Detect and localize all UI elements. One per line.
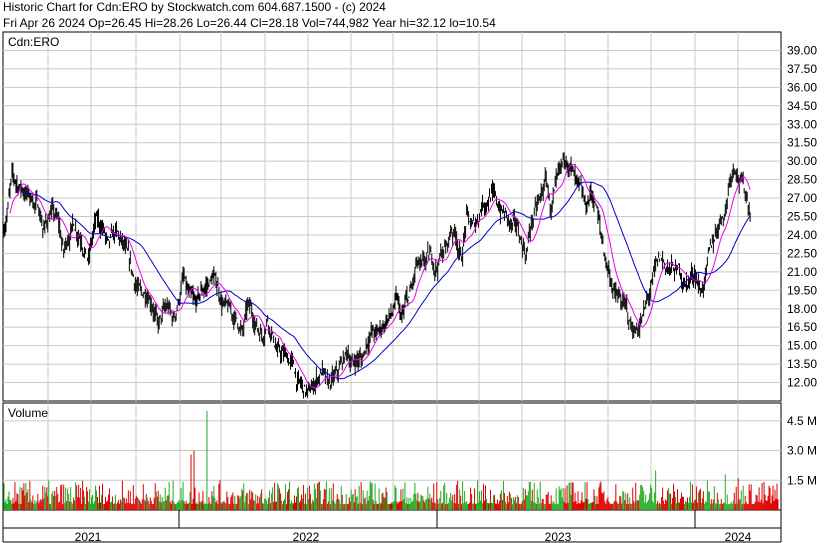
price-axis-label: 27.00 [787,191,817,205]
price-axis-label: 16.50 [787,320,817,334]
price-axis-label: 15.00 [787,339,817,353]
year-label: 2023 [545,530,572,543]
year-label: 2021 [75,530,102,543]
volume-panel-frame [2,402,782,511]
price-bars [3,152,751,399]
volume-axis-label: 4.5 M [787,414,817,428]
price-axis-label: 36.00 [787,80,817,94]
price-axis-label: 39.00 [787,43,817,57]
stock-chart: 39.00 37.50 36.00 34.50 33.00 31.50 30.00 28.50… [2,31,817,543]
price-axis-label: 13.50 [787,357,817,371]
price-axis-label: 21.00 [787,265,817,279]
price-panel-title: Cdn:ERO [8,35,59,49]
volume-axis-label: 3.0 M [787,444,817,458]
price-axis-label: 31.50 [787,136,817,150]
price-axis-label: 24.00 [787,228,817,242]
price-axis-label: 33.00 [787,117,817,131]
time-axis-frame [2,509,782,529]
price-axis-label: 30.00 [787,154,817,168]
price-axis-label: 18.00 [787,302,817,316]
moving-average-long [23,181,751,380]
volume-panel-title: Volume [8,406,48,420]
price-axis-label: 25.50 [787,210,817,224]
volume-bars [3,410,779,510]
price-axis-label: 19.50 [787,283,817,297]
price-axis-label: 37.50 [787,62,817,76]
year-label: 2024 [725,530,752,543]
price-axis-label: 12.00 [787,376,817,390]
volume-axis-label: 1.5 M [787,473,817,487]
price-axis-label: 28.50 [787,173,817,187]
year-label: 2022 [293,530,320,543]
price-axis-label: 22.50 [787,246,817,260]
price-axis-label: 34.50 [787,99,817,113]
